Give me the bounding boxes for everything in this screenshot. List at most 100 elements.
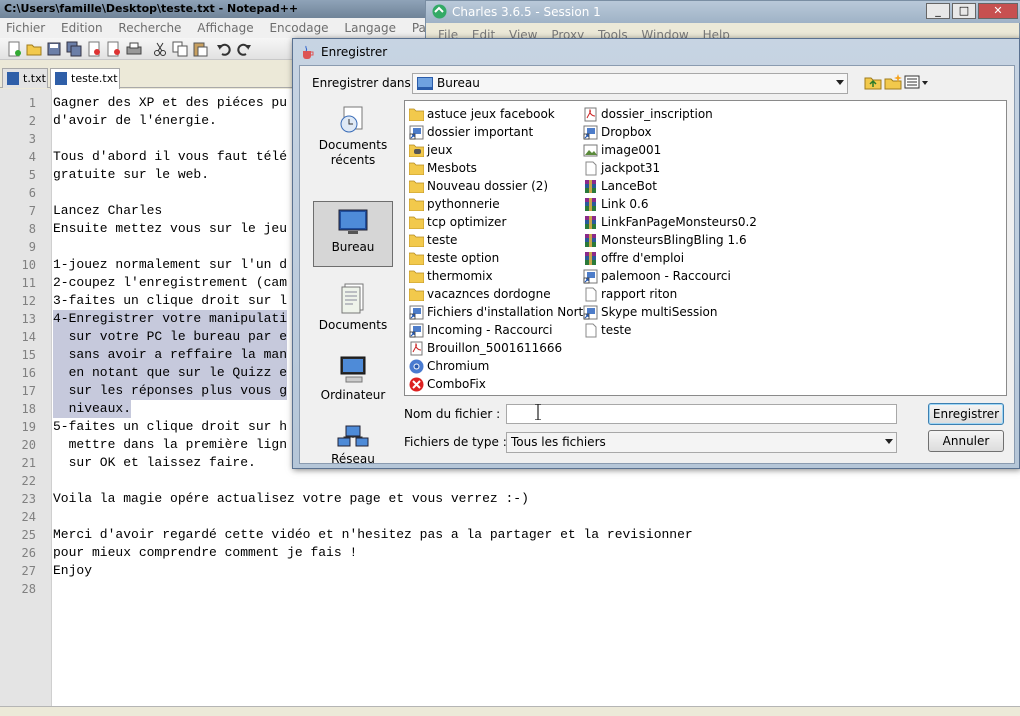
- close-button[interactable]: ✕: [978, 3, 1018, 19]
- file-list-item[interactable]: Chromium: [407, 357, 489, 375]
- file-list-item[interactable]: teste: [581, 321, 631, 339]
- save-button[interactable]: Enregistrer: [928, 403, 1004, 425]
- code-line: 2-coupez l'enregistrement (cam: [53, 275, 288, 290]
- file-name: vacaznces dordogne: [427, 287, 551, 301]
- chevron-down-icon: [836, 80, 844, 85]
- file-list-item[interactable]: thermomix: [407, 267, 493, 285]
- save-icon[interactable]: [46, 41, 62, 57]
- redo-icon[interactable]: [236, 41, 252, 57]
- file-list-item[interactable]: Incoming - Raccourci: [407, 321, 552, 339]
- image-icon: [583, 144, 598, 157]
- code-line: niveaux.: [53, 400, 132, 418]
- code-line: sans avoir a reffaire la man: [53, 346, 288, 364]
- copy-icon[interactable]: [172, 41, 188, 57]
- place-computer[interactable]: Ordinateur: [313, 350, 393, 416]
- code-line: gratuite sur le web.: [53, 167, 210, 182]
- file-list-item[interactable]: rapport riton: [581, 285, 677, 303]
- archive-icon: [585, 234, 596, 247]
- tab-t-txt[interactable]: t.txt: [2, 68, 48, 88]
- file-list-item[interactable]: LanceBot: [581, 177, 657, 195]
- code-line: Merci d'avoir regardé cette vidéo et n'h…: [53, 527, 693, 542]
- menu-fichier[interactable]: Fichier: [0, 18, 51, 38]
- maximize-button[interactable]: □: [952, 3, 976, 19]
- line-number: 17: [21, 384, 36, 398]
- chromium-icon: [409, 359, 424, 374]
- cancel-button[interactable]: Annuler: [928, 430, 1004, 452]
- save-all-icon[interactable]: [66, 41, 82, 57]
- code-line: sur votre PC le bureau par e: [53, 328, 288, 346]
- file-list-item[interactable]: jeux: [407, 141, 452, 159]
- file-list-item[interactable]: pythonnerie: [407, 195, 500, 213]
- open-folder-icon[interactable]: [26, 41, 42, 57]
- file-list-item[interactable]: offre d'emploi: [581, 249, 684, 267]
- save-in-combo[interactable]: Bureau: [412, 73, 848, 94]
- place-network[interactable]: Réseau: [313, 420, 393, 468]
- line-number: 11: [21, 276, 36, 290]
- file-list-item[interactable]: Fichiers d'installation Norton: [407, 303, 598, 321]
- shortcut-icon: [583, 269, 598, 284]
- menu-recherche[interactable]: Recherche: [112, 18, 187, 38]
- file-name: rapport riton: [601, 287, 678, 301]
- file-list-item[interactable]: astuce jeux facebook: [407, 105, 555, 123]
- file-list-item[interactable]: dossier_inscription: [581, 105, 713, 123]
- file-name: LanceBot: [601, 179, 657, 193]
- menu-langage[interactable]: Langage: [338, 18, 402, 38]
- npp-tab-bar: t.txt teste.txt: [0, 64, 300, 89]
- file-list-item[interactable]: tcp optimizer: [407, 213, 506, 231]
- file-list-item[interactable]: jackpot31: [581, 159, 660, 177]
- file-list-item[interactable]: teste option: [407, 249, 499, 267]
- file-list-item[interactable]: Nouveau dossier (2): [407, 177, 548, 195]
- code-line: sur les réponses plus vous g: [53, 382, 288, 400]
- cut-icon[interactable]: [152, 41, 168, 57]
- save-dialog: Enregistrer Enregistrer dans : Bureau Do…: [292, 38, 1020, 469]
- file-list-item[interactable]: Brouillon_5001611666: [407, 339, 562, 357]
- place-documents[interactable]: Documents: [313, 278, 393, 344]
- new-file-icon[interactable]: [6, 41, 22, 57]
- tab-teste-txt[interactable]: teste.txt: [50, 68, 120, 89]
- file-list-item[interactable]: Skype multiSession: [581, 303, 718, 321]
- file-type-combo[interactable]: Tous les fichiers: [506, 432, 897, 453]
- close-file-icon[interactable]: [86, 41, 102, 57]
- file-list-item[interactable]: image001: [581, 141, 661, 159]
- view-menu-icon[interactable]: [904, 74, 930, 90]
- folder-icon: [409, 108, 424, 121]
- file-list-item[interactable]: teste: [407, 231, 457, 249]
- menu-edition[interactable]: Edition: [55, 18, 109, 38]
- file-list-item[interactable]: Mesbots: [407, 159, 477, 177]
- file-list[interactable]: astuce jeux facebook dossier important jeu…: [404, 100, 1007, 396]
- file-list-item[interactable]: palemoon - Raccourci: [581, 267, 731, 285]
- file-name: Nouveau dossier (2): [427, 179, 549, 193]
- paste-icon[interactable]: [192, 41, 208, 57]
- file-list-item[interactable]: MonsteursBlingBling 1.6: [581, 231, 747, 249]
- line-number: 22: [21, 474, 36, 488]
- line-number: 18: [21, 402, 36, 416]
- up-one-level-icon[interactable]: [864, 74, 882, 90]
- place-recent-documents[interactable]: Documents récents: [313, 100, 393, 167]
- file-list-item[interactable]: Link 0.6: [581, 195, 648, 213]
- print-icon[interactable]: [126, 41, 142, 57]
- place-desktop[interactable]: Bureau: [313, 201, 393, 267]
- file-list-item[interactable]: Dropbox: [581, 123, 652, 141]
- file-list-item[interactable]: vacaznces dordogne: [407, 285, 551, 303]
- file-name: Chromium: [427, 359, 490, 373]
- place-label: Réseau: [331, 452, 375, 466]
- file-name: ComboFix: [427, 377, 486, 391]
- file-name: LinkFanPageMonsteurs0.2: [601, 215, 757, 229]
- documents-icon: [341, 283, 364, 314]
- undo-icon[interactable]: [216, 41, 232, 57]
- shortcut-icon: [409, 125, 424, 140]
- minimize-button[interactable]: _: [926, 3, 950, 19]
- place-label: Ordinateur: [320, 388, 386, 402]
- file-list-item[interactable]: ComboFix: [407, 375, 486, 393]
- new-folder-icon[interactable]: [884, 74, 902, 90]
- close-all-icon[interactable]: [106, 41, 122, 57]
- file-name-input[interactable]: [506, 404, 897, 424]
- menu-encodage[interactable]: Encodage: [263, 18, 334, 38]
- code-line: Enjoy: [53, 563, 93, 578]
- shortcut-icon: [409, 323, 424, 338]
- file-list-item[interactable]: LinkFanPageMonsteurs0.2: [581, 213, 757, 231]
- menu-affichage[interactable]: Affichage: [191, 18, 259, 38]
- code-line: 1-jouez normalement sur l'un d: [53, 257, 288, 272]
- desktop-icon: [417, 77, 433, 90]
- file-list-item[interactable]: dossier important: [407, 123, 533, 141]
